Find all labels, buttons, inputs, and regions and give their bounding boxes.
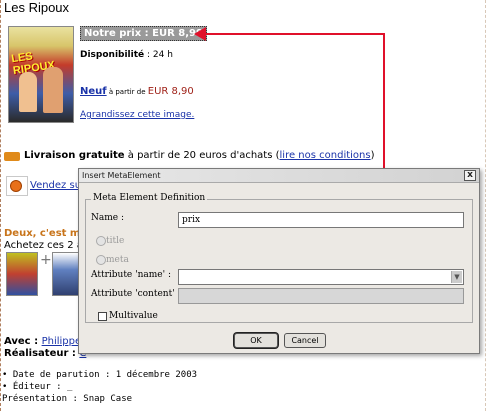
bundle-text: Achetez ces 2 a <box>4 240 83 251</box>
cover-figure <box>43 67 63 113</box>
enlarge-image-link[interactable]: Agrandissez cette image. <box>80 110 194 120</box>
fieldset-legend: Meta Element Definition <box>91 193 208 203</box>
sell-link[interactable]: Vendez su <box>30 180 81 191</box>
annotation-arrow-head <box>194 27 206 41</box>
cancel-button[interactable]: Cancel <box>284 333 326 348</box>
new-offer-from: à partir de <box>106 88 148 96</box>
cover-figure <box>19 72 37 112</box>
chevron-down-icon[interactable]: ▼ <box>451 271 462 283</box>
detail-line: Présentation : Snap Case <box>2 394 133 404</box>
product-details: • Date de parution : 1 décembre 2003 • É… <box>2 369 197 405</box>
free-shipping-end: ) <box>370 150 375 161</box>
plus-sign: + <box>40 252 52 268</box>
attribute-name-select[interactable]: ▼ <box>178 269 464 285</box>
dvd-cover-image[interactable]: LES RIPOUX <box>8 26 74 123</box>
attribute-content-input[interactable] <box>178 288 464 304</box>
title-radio[interactable] <box>96 236 106 246</box>
attribute-name-label: Attribute 'name' : <box>91 270 171 280</box>
availability-value: 24 h <box>152 50 173 60</box>
new-offer-link[interactable]: Neuf <box>80 86 107 97</box>
bundle-title: Deux, c'est mi <box>4 228 84 239</box>
dialog-title-bar[interactable]: Insert MetaElement x <box>79 169 479 183</box>
new-offer: Neuf à partir de EUR 8,90 <box>80 86 194 97</box>
bundle-thumbnail[interactable] <box>6 252 38 296</box>
price-label[interactable]: Notre prix : EUR 8,99 <box>80 26 207 41</box>
free-shipping: Livraison gratuite à partir de 20 euros … <box>24 150 375 161</box>
truck-icon <box>4 152 20 161</box>
multivalue-label: Multivalue <box>109 311 158 321</box>
attribute-content-label: Attribute 'content' : <box>91 289 181 299</box>
detail-line: • Éditeur : _ <box>2 382 73 392</box>
free-shipping-text: à partir de 20 euros d'achats ( <box>124 150 280 161</box>
cast-link[interactable]: Philippe <box>42 336 82 347</box>
availability-separator: : <box>144 50 153 60</box>
ok-button[interactable]: OK <box>234 333 278 348</box>
free-shipping-label: Livraison gratuite <box>24 150 125 161</box>
detail-line: • Date de parution : 1 décembre 2003 <box>2 370 198 380</box>
multivalue-checkbox[interactable] <box>98 312 107 321</box>
director-label: Réalisateur : <box>4 348 80 359</box>
annotation-arrow-line <box>200 33 385 35</box>
cast-label: Avec : <box>4 336 42 347</box>
meta-radio-label: meta <box>106 255 129 265</box>
dialog-title: Insert MetaElement <box>82 171 161 180</box>
name-label: Name : <box>91 213 124 223</box>
cast: Avec : Philippe <box>4 336 81 347</box>
conditions-link[interactable]: lire nos conditions <box>280 150 371 161</box>
director: Réalisateur : C <box>4 348 86 359</box>
meta-radio[interactable] <box>96 255 106 265</box>
insert-meta-dialog: Insert MetaElement x Meta Element Defini… <box>78 168 480 354</box>
title-radio-label: title <box>106 236 125 246</box>
close-icon[interactable]: x <box>464 170 476 181</box>
annotation-arrow-line <box>383 33 385 168</box>
new-offer-price: EUR 8,90 <box>147 86 194 97</box>
left-guide-line <box>0 0 1 411</box>
name-input[interactable]: prix <box>178 212 464 228</box>
availability-label: Disponibilité <box>80 50 145 60</box>
page-title: Les Ripoux <box>4 0 70 15</box>
sell-icon <box>10 180 22 192</box>
availability: Disponibilité : 24 h <box>80 50 173 60</box>
